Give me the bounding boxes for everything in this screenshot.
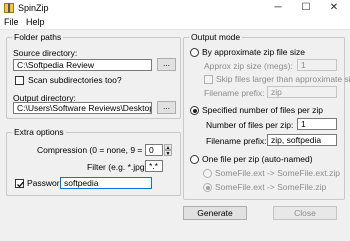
scan-subdirectories-checkbox[interactable] <box>15 76 24 85</box>
auto-option-1-radio[interactable] <box>203 169 212 178</box>
output-mode-title: Output mode <box>189 32 243 42</box>
files-per-zip-input[interactable]: 1 <box>297 118 337 130</box>
app-icon <box>4 3 14 13</box>
filename-prefix-label-1: Filename prefix: <box>204 88 265 98</box>
source-browse-button[interactable]: ... <box>157 58 176 71</box>
radio-disabled-dot <box>205 185 210 190</box>
approx-size-input[interactable]: 1 <box>297 59 337 71</box>
source-directory-label: Source directory: <box>13 48 78 58</box>
output-mode-group: Output mode By approximate zip file size… <box>183 32 350 200</box>
spin-down-icon[interactable]: ▼ <box>164 150 172 157</box>
radio-selected-dot <box>192 108 197 113</box>
checkmark-icon <box>17 181 24 188</box>
folder-paths-title: Folder paths <box>12 32 64 42</box>
window-title: SpinZip <box>18 3 49 13</box>
folder-paths-group: Folder paths Source directory: C:\Softpe… <box>6 32 181 119</box>
skip-larger-checkbox[interactable] <box>204 75 213 84</box>
main-window: SpinZip ─ ☐ ✕ File Help Folder paths Sou… <box>0 0 350 241</box>
close-window-button[interactable]: ✕ <box>323 0 345 17</box>
files-per-zip-label: Number of files per zip: <box>206 120 294 130</box>
compression-input[interactable]: 0 <box>145 144 163 156</box>
one-per-zip-label: One file per zip (auto-named) <box>202 154 313 164</box>
specified-count-label: Specified number of files per zip <box>202 105 323 115</box>
approx-size-label: By approximate zip file size <box>202 47 305 57</box>
generate-button[interactable]: Generate <box>183 206 247 220</box>
extra-options-group: Extra options Compression (0 = none, 9 =… <box>6 127 181 196</box>
specified-count-radio[interactable] <box>190 106 199 115</box>
close-button[interactable]: Close <box>273 206 337 220</box>
minimize-button[interactable]: ─ <box>267 0 289 17</box>
compression-spinner[interactable]: ▲ ▼ <box>164 144 172 157</box>
title-bar: SpinZip ─ ☐ ✕ <box>0 0 350 17</box>
scan-subdirectories-label: Scan subdirectories too? <box>28 75 122 85</box>
auto-option-1-label: SomeFile.ext -> SomeFile.ext.zip <box>215 168 340 178</box>
auto-option-2-radio[interactable] <box>203 183 212 192</box>
approx-size-radio[interactable] <box>190 48 199 57</box>
password-checkbox[interactable] <box>15 179 24 188</box>
filename-prefix-label-2: Filename prefix: <box>206 136 267 146</box>
skip-larger-label: Skip files larger than approximate size <box>216 74 350 84</box>
approx-size-field-label: Approx zip size (megs): <box>204 61 293 71</box>
filename-prefix-input-2[interactable]: zip, softpedia <box>267 134 337 146</box>
extra-options-title: Extra options <box>12 127 66 137</box>
output-directory-input[interactable]: C:\Users\Software Reviews\Desktop <box>13 102 152 114</box>
maximize-button[interactable]: ☐ <box>295 0 317 17</box>
filename-prefix-input-1[interactable]: zip <box>267 86 337 98</box>
filter-label: Filter (e.g. *.jpg): <box>87 162 150 172</box>
one-per-zip-radio[interactable] <box>190 155 199 164</box>
auto-option-2-label: SomeFile.ext -> SomeFile.zip <box>215 182 327 192</box>
password-input[interactable]: softpedia <box>60 177 152 189</box>
menu-bar: File Help <box>0 17 350 30</box>
filter-input[interactable]: *.* <box>145 160 163 172</box>
menu-help[interactable]: Help <box>26 17 45 27</box>
source-directory-input[interactable]: C:\Softpedia Review <box>13 59 152 71</box>
output-browse-button[interactable]: ... <box>157 101 176 114</box>
menu-file[interactable]: File <box>4 17 19 27</box>
